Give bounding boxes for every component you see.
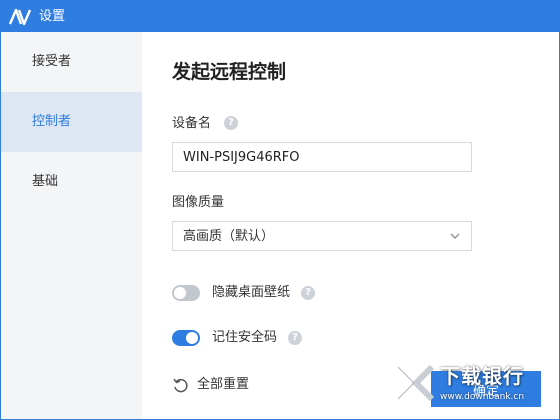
device-name-label: 设备名 [172, 116, 212, 131]
app-logo-icon [9, 8, 31, 26]
reset-icon [173, 378, 188, 393]
image-quality-select[interactable]: 高画质（默认） [172, 221, 472, 251]
window-title: 设置 [39, 9, 66, 24]
sidebar-item-basic[interactable]: 基础 [1, 152, 142, 212]
title-bar[interactable]: 设置 [1, 1, 559, 32]
confirm-button[interactable]: 确定 [431, 371, 541, 407]
hide-wallpaper-label: 隐藏桌面壁纸 [212, 285, 291, 300]
chevron-down-icon [450, 233, 460, 239]
sidebar: 接受者 控制者 基础 [1, 32, 142, 419]
page-title: 发起远程控制 [172, 61, 287, 83]
help-icon[interactable]: ? [224, 116, 238, 130]
remember-code-label: 记住安全码 [212, 330, 278, 345]
image-quality-value: 高画质（默认） [183, 229, 275, 244]
hide-wallpaper-toggle[interactable] [172, 285, 200, 301]
help-icon[interactable]: ? [301, 286, 315, 300]
reset-all-label: 全部重置 [197, 377, 250, 392]
settings-window: 设置 接受者 控制者 基础 发起远程控制 设备名 ? 图像质量 高画质（默认） … [0, 0, 560, 420]
main-panel: 发起远程控制 设备名 ? 图像质量 高画质（默认） 隐藏桌面壁纸 ? 记住安全码… [142, 32, 559, 419]
help-icon[interactable]: ? [288, 331, 302, 345]
toggle-knob [174, 287, 186, 299]
device-name-field[interactable] [172, 142, 472, 172]
remember-code-toggle[interactable] [172, 330, 200, 346]
sidebar-item-controller[interactable]: 控制者 [1, 92, 142, 152]
sidebar-item-receiver[interactable]: 接受者 [1, 32, 142, 92]
toggle-knob [186, 332, 198, 344]
image-quality-label: 图像质量 [172, 195, 225, 210]
